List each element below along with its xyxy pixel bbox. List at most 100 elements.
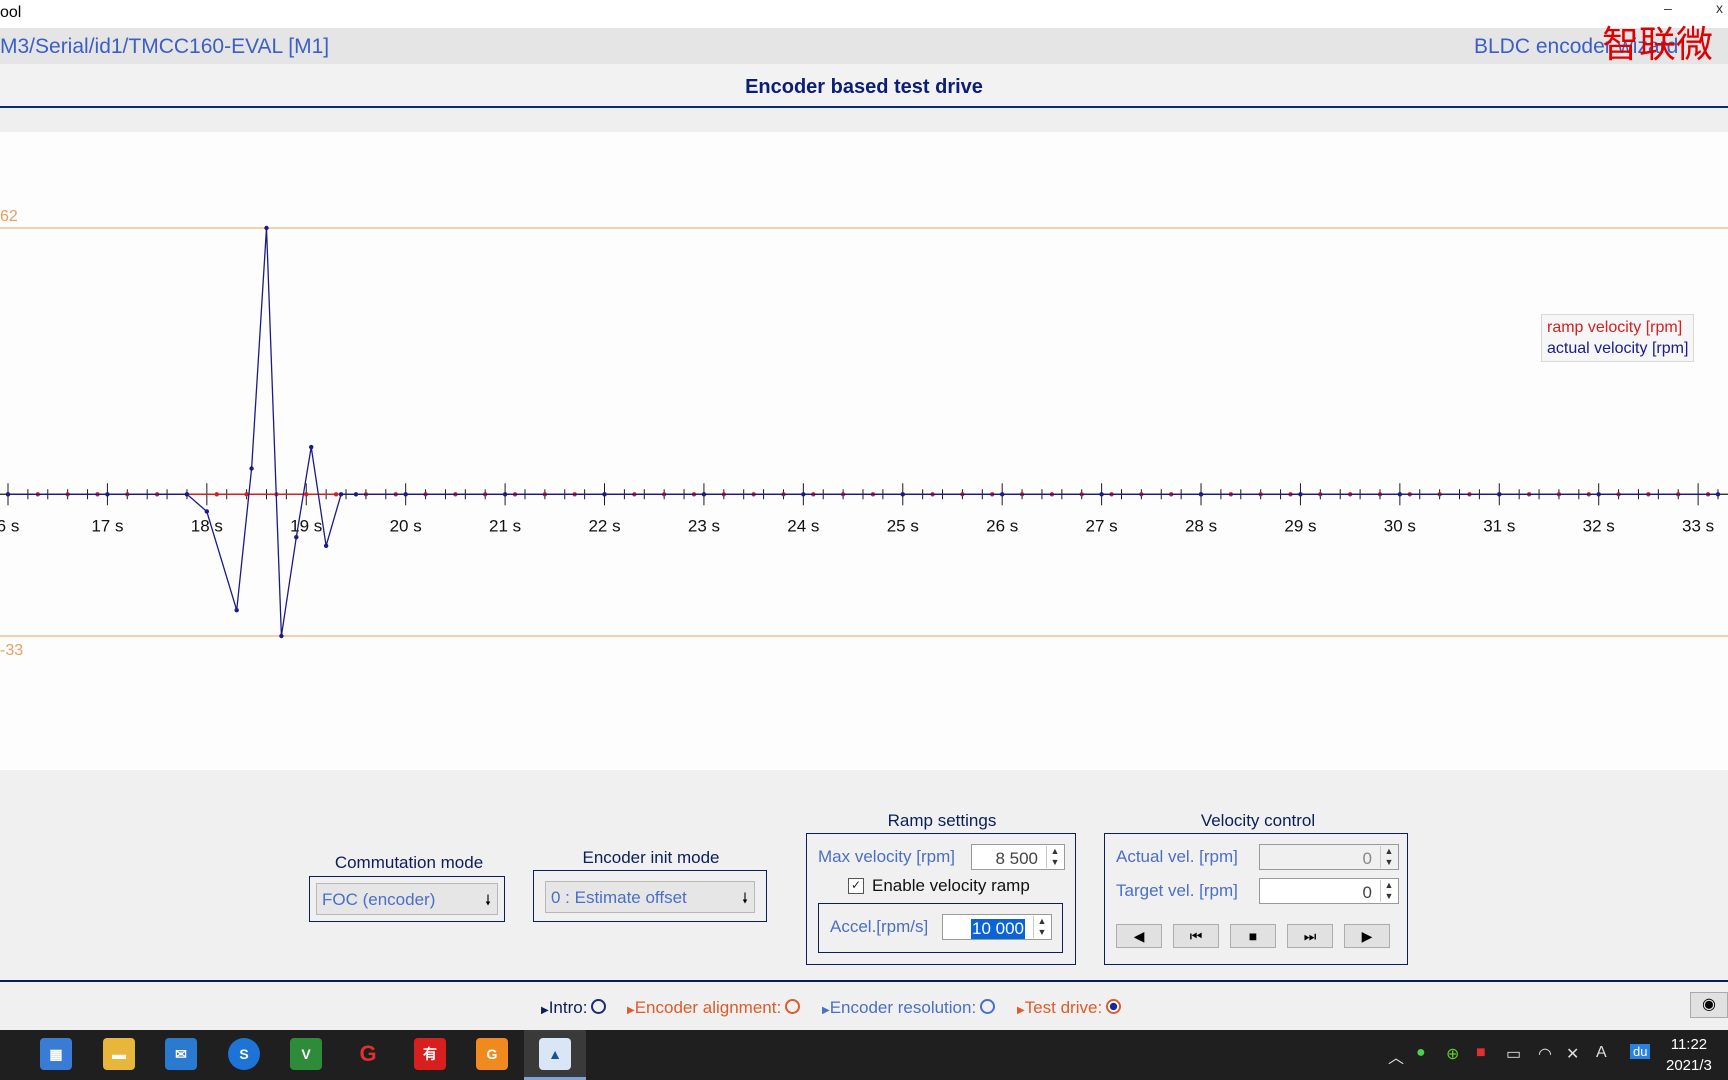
tray-plus-icon[interactable]: ⊕ [1446, 1044, 1459, 1064]
actual-velocity-point [900, 492, 905, 497]
module-path: M3/Serial/id1/TMCC160-EVAL [M1] [0, 35, 330, 58]
nav-alignment-radio[interactable] [785, 999, 801, 1014]
x-tick-label: 18 s [191, 516, 223, 535]
x-tick-label: 6 s [0, 516, 19, 535]
x-tick-label: 28 s [1185, 516, 1217, 535]
nav-intro-radio[interactable] [591, 999, 607, 1014]
actual-velocity-point [184, 492, 190, 497]
clock-date: 2021/3 [1666, 1057, 1712, 1074]
step-right-button[interactable]: ⏭ [1287, 924, 1333, 948]
accel-value[interactable]: 10 000 [971, 919, 1025, 939]
input-method-icon[interactable]: A [1596, 1044, 1607, 1062]
legend-ramp-velocity: ramp velocity [rpm] [1547, 319, 1683, 336]
actual-velocity-point [204, 509, 210, 514]
window-title: ool [0, 4, 22, 21]
velocity-chart-svg: 62 -33 6 s 17 s 18 s 19 s 20 s 21 s 22 s 23 s 24 … [0, 208, 1728, 659]
sogou-browser-icon[interactable]: S [228, 1038, 260, 1070]
actual-velocity-point [701, 492, 707, 497]
play-left-icon: ◀ [1133, 928, 1145, 944]
window-title-bar: ool – x [0, 0, 1728, 28]
system-clock[interactable]: 11:22 2021/3 [1666, 1034, 1712, 1076]
actual-velocity-point [309, 444, 314, 450]
baidu-icon[interactable]: du [1630, 1044, 1651, 1059]
actual-velocity-point [1596, 492, 1601, 497]
y-limit-label: 62 [0, 208, 18, 225]
actual-velocity-point [353, 492, 359, 497]
vs-icon[interactable]: V [290, 1038, 322, 1070]
y-limit-label: -33 [0, 642, 23, 659]
actual-velocity-point [1099, 492, 1104, 497]
calculator-icon[interactable]: ▦ [40, 1038, 72, 1070]
nav-back-button[interactable]: ◉ [1690, 992, 1728, 1018]
encoder-init-mode-group: 0 : Estimate offset 🠗 [533, 870, 767, 922]
nav-intro-label: Intro: [548, 998, 588, 1017]
x-tick-label: 19 s [290, 516, 322, 535]
x-tick-label: 25 s [887, 516, 919, 535]
actual-velocity-point [105, 492, 110, 497]
encoder-init-mode-select[interactable]: 0 : Estimate offset 🠗 [545, 881, 755, 913]
rotate-right-button[interactable]: ▶ [1344, 924, 1390, 948]
actual-velocity-point [5, 492, 11, 497]
x-tick-label: 20 s [390, 516, 422, 535]
file-explorer-icon[interactable]: ▬ [103, 1038, 135, 1070]
nav-alignment-label: Encoder alignment: [634, 998, 782, 1017]
volume-muted-icon[interactable]: ✕ [1566, 1044, 1579, 1064]
spin-arrows-icon[interactable]: ▲ ▼ [1033, 916, 1050, 938]
page-title: Encoder based test drive [745, 76, 983, 98]
velocity-control-group: Actual vel. [rpm] 0 ▲ ▼ Target vel. [rpm]… [1104, 833, 1408, 965]
youdao-icon[interactable]: 有 [414, 1038, 446, 1070]
target-velocity-label: Target vel. [rpm] [1116, 881, 1238, 900]
battery-icon[interactable]: ▭ [1506, 1044, 1521, 1064]
x-tick-label: 32 s [1583, 516, 1615, 535]
actual-velocity-point [338, 492, 344, 497]
target-velocity-value: 0 [1362, 883, 1372, 902]
stop-button[interactable]: ■ [1230, 924, 1276, 948]
nav-resolution-radio[interactable] [980, 999, 996, 1014]
x-tick-label: 26 s [986, 516, 1018, 535]
active-app-tab[interactable]: ▲ [524, 1030, 586, 1080]
chart-toolbar-strip [0, 108, 1728, 132]
max-velocity-label: Max velocity [rpm] [818, 847, 955, 866]
actual-velocity-point [1397, 492, 1403, 497]
nav-resolution-label: Encoder resolution: [829, 998, 977, 1017]
spin-arrows-icon[interactable]: ▲ ▼ [1046, 846, 1063, 868]
close-button[interactable]: x [1716, 0, 1723, 16]
max-velocity-spinbox[interactable]: 8 500 ▲ ▼ [971, 844, 1065, 870]
enable-ramp-checkbox[interactable]: ✓ [848, 878, 864, 894]
actual-velocity-point [323, 543, 329, 549]
wizard-nav-bar: ▶Intro: ▶Encoder alignment: ▶Encoder res… [0, 980, 1728, 1032]
x-tick-label: 27 s [1086, 516, 1118, 535]
nav-intro[interactable]: ▶Intro: [541, 998, 607, 1018]
pdf-icon[interactable]: G [476, 1038, 508, 1070]
gaoding-icon[interactable]: G [352, 1038, 384, 1070]
actual-velocity-line [8, 227, 1718, 637]
actual-velocity-point [1497, 492, 1502, 497]
step-left-button[interactable]: ⏮ [1173, 924, 1219, 948]
commutation-mode-select[interactable]: FOC (encoder) 🠗 [316, 883, 498, 915]
spin-arrows-icon[interactable]: ▲ ▼ [1380, 880, 1397, 902]
chevron-down-icon: 🠗 [484, 892, 491, 908]
spin-arrows-icon: ▲ ▼ [1380, 846, 1397, 868]
tray-chevron-icon[interactable]: ︿ [1388, 1044, 1404, 1068]
skip-forward-icon: ⏭ [1303, 928, 1317, 944]
nav-test-drive[interactable]: ▶Test drive: [1017, 998, 1122, 1018]
x-tick-label: 31 s [1483, 516, 1515, 535]
wechat-icon[interactable]: ● [1416, 1044, 1426, 1062]
rotate-left-button[interactable]: ◀ [1116, 924, 1162, 948]
actual-velocity-label: Actual vel. [rpm] [1116, 847, 1238, 866]
x-tick-label: 21 s [489, 516, 521, 535]
x-tick-label: 17 s [91, 516, 123, 535]
mail-icon[interactable]: ✉ [165, 1038, 197, 1070]
target-velocity-spinbox[interactable]: 0 ▲ ▼ [1259, 878, 1399, 904]
ramp-settings-group: Max velocity [rpm] 8 500 ▲ ▼ ✓ Enable vel… [806, 833, 1076, 965]
accel-spinbox[interactable]: 10 000 ▲ ▼ [942, 914, 1052, 940]
nav-encoder-resolution[interactable]: ▶Encoder resolution: [822, 998, 996, 1018]
actual-velocity-point [264, 225, 269, 231]
tray-app-icon[interactable]: ■ [1476, 1044, 1486, 1062]
nav-encoder-alignment[interactable]: ▶Encoder alignment: [627, 998, 801, 1018]
velocity-chart[interactable]: 62 -33 6 s 17 s 18 s 19 s 20 s 21 s 22 s 23 s 24 … [0, 132, 1728, 770]
x-tick-label: 30 s [1384, 516, 1416, 535]
actual-velocity-point [234, 608, 239, 613]
wifi-icon[interactable]: ◠ [1538, 1044, 1552, 1064]
nav-test-drive-radio[interactable] [1106, 999, 1122, 1014]
